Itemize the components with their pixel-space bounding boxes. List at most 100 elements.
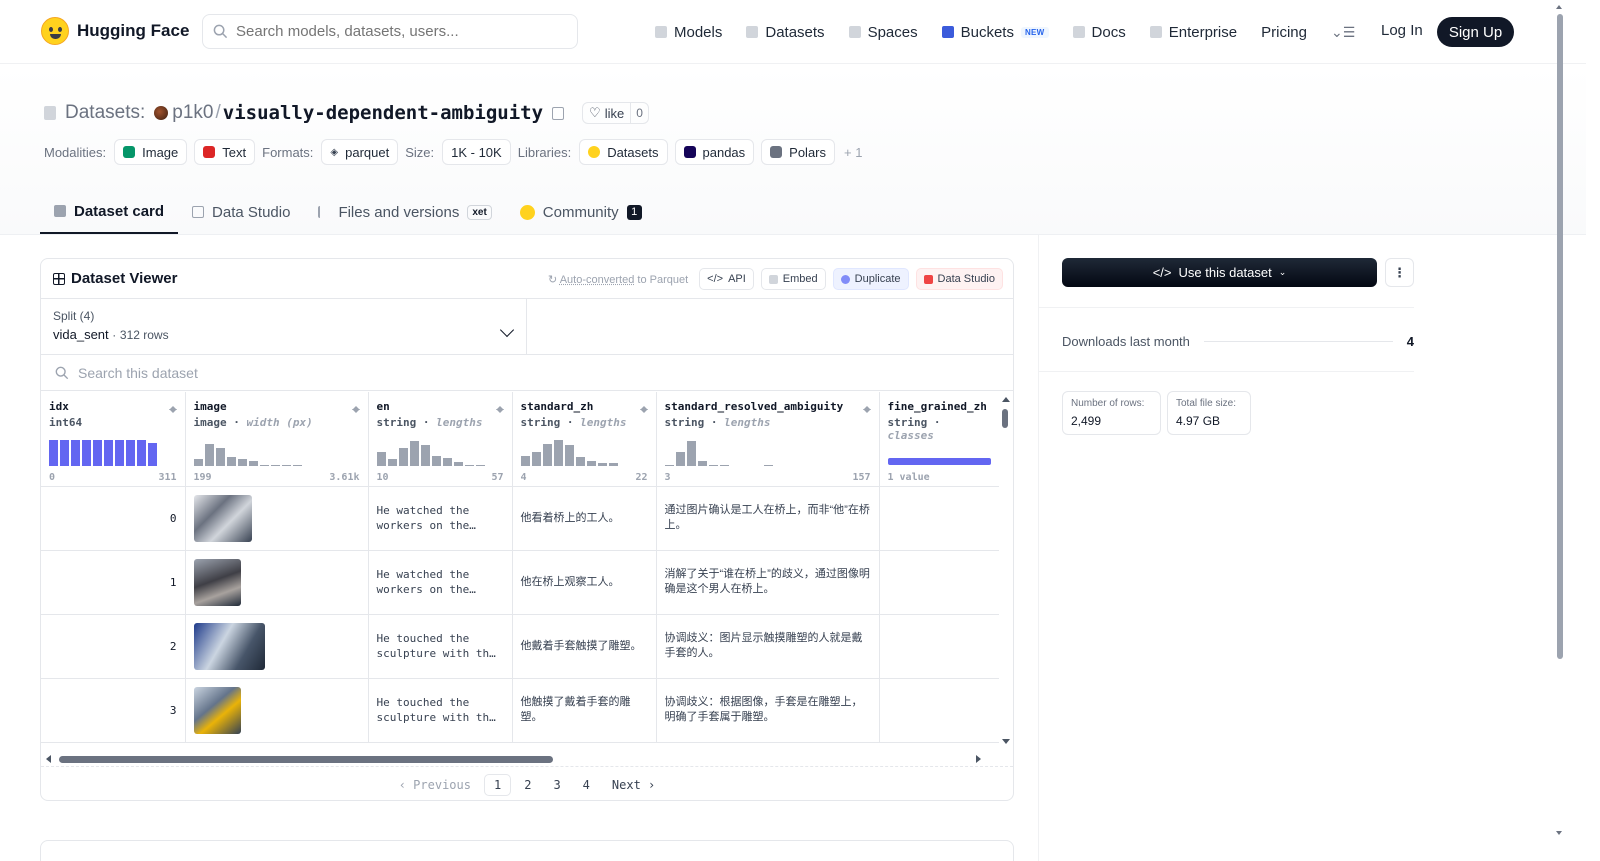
nav-spaces[interactable]: Spaces xyxy=(848,24,918,41)
table-row[interactable]: 2 He touched the sculpture with th… 他戴着手套触… xyxy=(41,614,999,679)
histogram-bar[interactable] xyxy=(597,462,607,466)
page-scroll-up-icon[interactable] xyxy=(1556,5,1562,9)
column-header[interactable]: en string · lengths 10 57 xyxy=(368,392,513,487)
category-bar[interactable] xyxy=(887,457,991,465)
column-header[interactable]: standard_resolved_ambiguity string · leng… xyxy=(656,392,880,487)
like-button[interactable]: ♡ like 0 xyxy=(582,102,649,124)
scroll-right-icon[interactable] xyxy=(976,755,981,763)
cell-fine-grained-zh[interactable] xyxy=(879,742,999,743)
more-options-icon[interactable]: ⋮ xyxy=(1385,258,1414,287)
page-1[interactable]: 1 xyxy=(483,773,512,796)
title-prefix[interactable]: Datasets: xyxy=(65,102,145,124)
column-header[interactable]: image image · width (px) 199 3.61k xyxy=(185,392,369,487)
image-thumbnail[interactable] xyxy=(193,558,241,606)
table-row[interactable]: 0 He watched the workers on the… 他看着桥上的工人。… xyxy=(41,486,999,551)
sort-icon[interactable] xyxy=(639,402,648,413)
nav-docs[interactable]: Docs xyxy=(1072,24,1126,41)
scroll-up-icon[interactable] xyxy=(1002,397,1010,402)
histogram-bar[interactable] xyxy=(281,464,291,466)
tag-datasets-lib[interactable]: Datasets xyxy=(579,139,668,165)
cell-fine-grained-zh[interactable] xyxy=(879,678,999,743)
histogram-bar[interactable] xyxy=(697,460,707,466)
sort-icon[interactable] xyxy=(862,402,871,413)
histogram-bar[interactable] xyxy=(719,464,729,466)
image-thumbnail[interactable] xyxy=(193,622,265,670)
histogram-bar[interactable] xyxy=(376,451,386,466)
page-3[interactable]: 3 xyxy=(544,775,569,795)
cell-idx[interactable]: 1 xyxy=(41,550,186,615)
histogram-bar[interactable] xyxy=(542,443,552,466)
cell-image[interactable] xyxy=(185,742,369,743)
cell-idx[interactable]: 3 xyxy=(41,678,186,743)
histogram-bar[interactable] xyxy=(49,439,58,466)
histogram-bar[interactable] xyxy=(531,451,541,466)
histogram-bar[interactable] xyxy=(464,464,474,466)
histogram-bar[interactable] xyxy=(564,444,574,466)
histogram-bar[interactable] xyxy=(93,439,102,466)
cell-fine-grained-zh[interactable] xyxy=(879,550,999,615)
page-4[interactable]: 4 xyxy=(574,775,599,795)
cell-image[interactable] xyxy=(185,550,369,615)
histogram-bar[interactable] xyxy=(126,439,135,466)
histogram-bar[interactable] xyxy=(237,458,247,466)
histogram-bar[interactable] xyxy=(215,447,225,466)
tab-data-studio[interactable]: Data Studio xyxy=(178,190,304,234)
split-selector[interactable]: Split (4) vida_sent · 312 rows xyxy=(41,299,527,355)
duplicate-button[interactable]: Duplicate xyxy=(832,268,909,290)
scroll-left-icon[interactable] xyxy=(46,755,51,763)
next-page[interactable]: Next › xyxy=(603,775,664,795)
histogram-bar[interactable] xyxy=(248,460,258,466)
cell-en[interactable]: He touched the sculpture with th… xyxy=(368,614,513,679)
vertical-scrollbar[interactable] xyxy=(999,392,1013,749)
cell-en[interactable]: He watched the workers on the… xyxy=(368,550,513,615)
cell-resolved-ambiguity[interactable]: 协调歧义：根据图像，手套是在雕塑上，明确了手套属于雕塑。 xyxy=(656,678,880,743)
histogram-bar[interactable] xyxy=(453,461,463,466)
histogram-bar[interactable] xyxy=(82,439,91,466)
page-scrollbar[interactable] xyxy=(1552,0,1566,861)
previous-page[interactable]: ‹ Previous xyxy=(390,775,480,795)
column-header[interactable]: idx int64 0 311 xyxy=(41,392,186,487)
histogram-bar[interactable] xyxy=(553,439,563,466)
histogram-bar[interactable] xyxy=(292,464,302,466)
tab-dataset-card[interactable]: Dataset card xyxy=(40,190,179,234)
histogram-bar[interactable] xyxy=(387,458,397,466)
cell-image[interactable] xyxy=(185,486,369,551)
tab-files[interactable]: Files and versions xet xyxy=(304,190,505,234)
use-this-dataset-button[interactable]: </> Use this dataset ⌄ xyxy=(1062,258,1377,287)
nav-buckets[interactable]: Buckets NEW xyxy=(941,24,1049,41)
tag-image[interactable]: Image xyxy=(114,139,188,165)
column-header[interactable]: standard_zh string · lengths 4 22 xyxy=(512,392,657,487)
histogram-bar[interactable] xyxy=(686,440,696,466)
histogram-bar[interactable] xyxy=(763,464,773,466)
cell-resolved-ambiguity[interactable]: 协调歧义：图片显示触摸雕塑的人就是戴手套的人。 xyxy=(656,614,880,679)
histogram-bar[interactable] xyxy=(137,439,146,466)
image-thumbnail[interactable] xyxy=(193,686,241,734)
cell-idx[interactable] xyxy=(41,742,186,743)
cell-fine-grained-zh[interactable] xyxy=(879,614,999,679)
cell-idx[interactable]: 2 xyxy=(41,614,186,679)
page-2[interactable]: 2 xyxy=(515,775,540,795)
data-studio-button[interactable]: Data Studio xyxy=(915,268,1003,290)
cell-resolved-ambiguity[interactable]: 消解了关于“谁在桥上”的歧义，通过图像明确是这个男人在桥上。 xyxy=(656,550,880,615)
tab-community[interactable]: Community 1 xyxy=(506,190,656,234)
histogram-bar[interactable] xyxy=(115,439,124,466)
histogram-bar[interactable] xyxy=(193,458,203,466)
horizontal-scrollbar[interactable] xyxy=(41,753,999,765)
histogram-bar[interactable] xyxy=(575,456,585,466)
histogram-bar[interactable] xyxy=(204,443,214,466)
histogram-bar[interactable] xyxy=(475,464,485,466)
cell-resolved-ambiguity[interactable] xyxy=(656,742,880,743)
cell-standard-zh[interactable]: 他触摸了戴着手套的雕塑。 xyxy=(512,678,657,743)
login-link[interactable]: Log In xyxy=(1381,22,1423,39)
global-search[interactable] xyxy=(202,14,578,49)
column-header[interactable]: fine_grained_zh string · classes 1 value xyxy=(879,392,999,487)
table-row[interactable]: 3 He touched the sculpture with th… 他触摸了戴着… xyxy=(41,678,999,743)
dataset-search[interactable]: Search this dataset xyxy=(41,355,1013,391)
histogram-bar[interactable] xyxy=(409,440,419,466)
nav-datasets[interactable]: Datasets xyxy=(746,24,825,41)
page-scroll-thumb[interactable] xyxy=(1557,14,1563,659)
histogram-bar[interactable] xyxy=(586,460,596,466)
cell-image[interactable] xyxy=(185,614,369,679)
histogram-bar[interactable] xyxy=(520,455,530,466)
horizontal-scroll-thumb[interactable] xyxy=(59,756,553,763)
